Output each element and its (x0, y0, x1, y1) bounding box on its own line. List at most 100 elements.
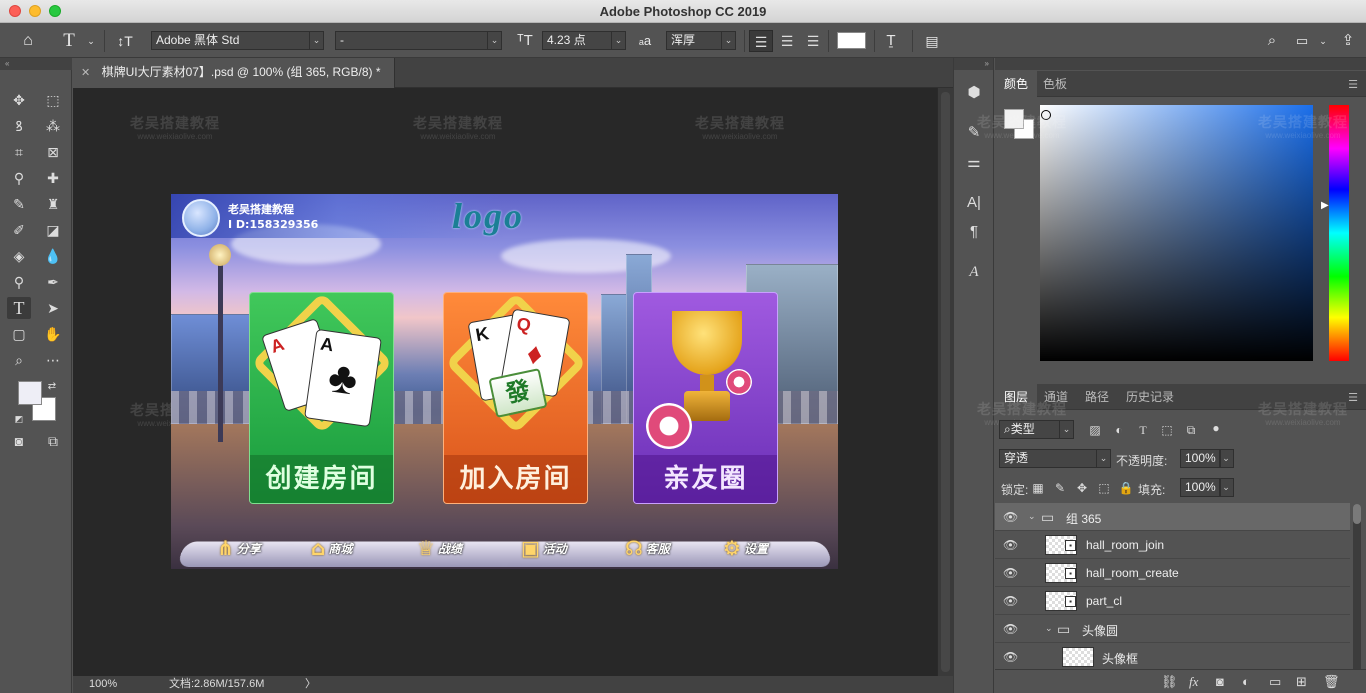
filter-type-icon[interactable]: T (1135, 423, 1151, 438)
chevron-down-icon[interactable]: ⌄ (1045, 623, 1053, 634)
opacity-dropdown[interactable]: ⌄ (1220, 449, 1234, 468)
crop-tool-icon[interactable]: ⌗ (7, 141, 31, 163)
chevron-down-icon[interactable]: ⌄ (1028, 511, 1036, 522)
menu-share[interactable]: ⋔ 分享 (217, 534, 261, 562)
join-room-card[interactable]: K Q ♦ 發 加入房间 (443, 292, 588, 504)
eraser-tool-icon[interactable]: ◪ (41, 219, 65, 241)
avatar[interactable] (182, 199, 220, 237)
tab-history[interactable]: 历史记录 (1117, 384, 1183, 410)
lock-all-icon[interactable]: 🔒 (1118, 481, 1134, 495)
antialias-select[interactable]: 浑厚 ⌄ (666, 31, 736, 50)
new-group-icon[interactable]: ▭ (1269, 674, 1281, 690)
toolbar-collapse-icon[interactable]: « (0, 58, 72, 70)
brush-tool-icon[interactable]: ✎ (7, 193, 31, 215)
character-panel-icon[interactable]: ▤ (921, 30, 943, 52)
eye-icon[interactable]: 👁 (1003, 622, 1018, 636)
tab-paths[interactable]: 路径 (1076, 384, 1118, 410)
opacity-input[interactable]: 100% (1180, 449, 1220, 468)
canvas-vertical-scrollbar[interactable] (937, 88, 953, 676)
marquee-tool-icon[interactable]: ⬚ (41, 89, 65, 111)
chevron-down-icon[interactable]: ⌄ (1312, 30, 1334, 52)
layer-row-hall-room-create[interactable]: 👁 ▪ hall_room_create (995, 559, 1350, 587)
filter-shape-icon[interactable]: ⬚ (1159, 423, 1175, 437)
path-selection-tool-icon[interactable]: ➤ (41, 297, 65, 319)
color-picker-cursor[interactable] (1041, 110, 1051, 120)
home-icon[interactable]: ⌂ (17, 30, 39, 52)
align-left-button[interactable]: ☰ (749, 30, 773, 52)
layer-row-hall-room-join[interactable]: 👁 ▪ hall_room_join (995, 531, 1350, 559)
scrollbar-thumb[interactable] (1353, 504, 1361, 524)
adjustments-icon[interactable]: ⚌ (962, 152, 986, 174)
status-menu-arrow[interactable]: 〉 (305, 676, 316, 693)
add-mask-icon[interactable]: ◙ (1216, 674, 1224, 689)
type-tool-preset-icon[interactable]: T (58, 30, 80, 52)
character-icon[interactable]: A| (962, 192, 986, 214)
new-layer-icon[interactable]: ⊞ (1296, 674, 1307, 690)
foreground-color-swatch[interactable] (1004, 109, 1024, 129)
lock-position-icon[interactable]: ✥ (1074, 481, 1090, 495)
hue-slider-handle[interactable]: ▶ (1321, 200, 1329, 211)
font-family-select[interactable]: Adobe 黑体 Std ⌄ (151, 31, 324, 50)
glyphs-icon[interactable]: A (962, 261, 986, 283)
filter-toggle-icon[interactable]: ● (1208, 421, 1224, 435)
menu-service[interactable]: ☊ 客服 (625, 534, 670, 562)
search-icon[interactable]: ⌕ (1261, 30, 1283, 52)
eye-icon[interactable]: 👁 (1003, 594, 1018, 608)
filter-pixel-icon[interactable]: ▨ (1087, 423, 1103, 437)
brush-settings-icon[interactable]: ✎ (962, 122, 986, 144)
blur-tool-icon[interactable]: 💧 (41, 245, 65, 267)
tab-swatches[interactable]: 色板 (1034, 71, 1076, 97)
tab-color[interactable]: 颜色 (995, 71, 1038, 97)
paint-bucket-tool-icon[interactable]: ◈ (7, 245, 31, 267)
swap-colors-icon[interactable]: ⇄ (45, 376, 59, 398)
filter-smart-object-icon[interactable]: ⧉ (1183, 423, 1199, 438)
tab-layers[interactable]: 图层 (995, 384, 1038, 410)
frame-tool-icon[interactable]: ⊠ (41, 141, 65, 163)
font-style-select[interactable]: - ⌄ (335, 31, 502, 50)
zoom-tool-icon[interactable]: ⌕ (7, 349, 31, 371)
lock-artboard-icon[interactable]: ⬚ (1096, 481, 1112, 495)
fill-dropdown[interactable]: ⌄ (1220, 478, 1234, 497)
fill-input[interactable]: 100% (1180, 478, 1220, 497)
hue-slider[interactable] (1329, 105, 1349, 361)
layer-style-icon[interactable]: fx (1189, 674, 1198, 690)
type-tool-icon[interactable]: T (7, 297, 31, 319)
lock-image-icon[interactable]: ✎ (1052, 481, 1068, 495)
3d-icon[interactable]: ⬢ (962, 82, 986, 104)
document-artwork[interactable]: 老吴搭建教程 I D:158329356 logo A A ♣ 创建房间 K Q… (171, 194, 838, 569)
layer-row-part-cl[interactable]: 👁 ▪ part_cl (995, 587, 1350, 615)
clone-stamp-tool-icon[interactable]: ♜ (41, 193, 65, 215)
menu-settings[interactable]: ⚙ 设置 (723, 534, 768, 562)
eyedropper-tool-icon[interactable]: ⚲ (7, 167, 31, 189)
pen-tool-icon[interactable]: ✒ (41, 271, 65, 293)
screen-mode-icon[interactable]: ⧉ (41, 430, 65, 452)
zoom-level[interactable]: 100% (89, 676, 117, 693)
font-size-select[interactable]: 4.23 点 ⌄ (542, 31, 626, 50)
link-layers-icon[interactable]: ⛓ (1161, 674, 1178, 690)
eye-icon[interactable]: 👁 (1003, 538, 1018, 552)
panel-menu-icon[interactable]: ☰ (1348, 391, 1358, 404)
menu-record[interactable]: ♕ 战绩 (417, 534, 462, 562)
foreground-color-swatch[interactable] (18, 381, 42, 405)
document-tab[interactable]: ✕ 棋牌UI大厅素材07】.psd @ 100% (组 365, RGB/8) … (73, 58, 395, 88)
close-tab-icon[interactable]: ✕ (81, 67, 90, 79)
workspace-icon[interactable]: ▭ (1291, 30, 1313, 52)
healing-brush-tool-icon[interactable]: ✚ (41, 167, 65, 189)
create-room-card[interactable]: A A ♣ 创建房间 (249, 292, 394, 504)
delete-layer-icon[interactable]: 🗑 (1323, 674, 1340, 690)
scrollbar-thumb[interactable] (941, 92, 950, 672)
blend-mode-select[interactable]: 穿透 ⌄ (999, 449, 1111, 468)
layer-filter-select[interactable]: ⌕类型 ⌄ (999, 420, 1074, 439)
eye-icon[interactable]: 👁 (1003, 566, 1018, 580)
new-adjustment-layer-icon[interactable]: ◐ (1242, 674, 1250, 689)
menu-shop[interactable]: ⌂ 商城 (311, 534, 352, 562)
paragraph-icon[interactable]: ¶ (962, 221, 986, 243)
hand-tool-icon[interactable]: ✋ (41, 323, 65, 345)
panel-menu-icon[interactable]: ☰ (1348, 78, 1358, 91)
quick-mask-icon[interactable]: ◙ (7, 430, 31, 452)
rectangle-tool-icon[interactable]: ▢ (7, 323, 31, 345)
lock-transparent-icon[interactable]: ▦ (1030, 481, 1046, 495)
friends-circle-card[interactable]: 亲友圈 (633, 292, 778, 504)
layer-row-group-365[interactable]: 👁 ⌄ ▭ 组 365 (995, 503, 1350, 531)
align-center-button[interactable]: ☰ (775, 30, 799, 52)
